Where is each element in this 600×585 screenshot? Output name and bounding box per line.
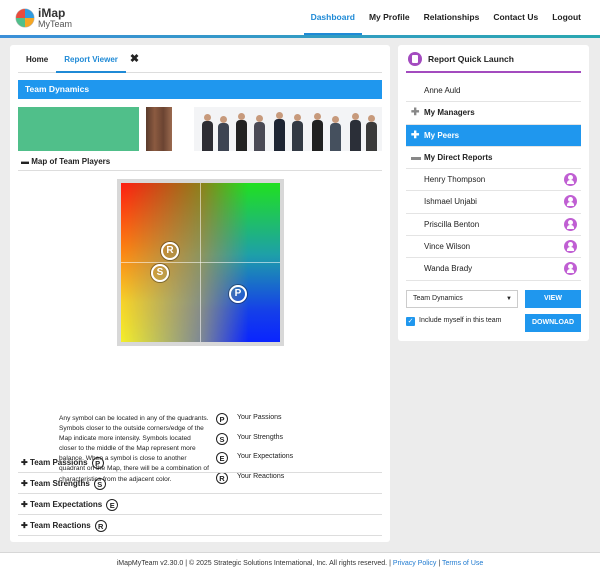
include-myself-checkbox[interactable]: ✓ bbox=[406, 317, 415, 326]
map-symbol-strengths: S bbox=[151, 264, 169, 282]
terms-of-use-link[interactable]: Terms of Use bbox=[442, 560, 483, 567]
collapse-icon: ▬ bbox=[21, 157, 32, 166]
people-list: Anne Auld ✚ My Managers ✚ My Peers ▬ My Dir… bbox=[406, 80, 581, 281]
nav-contact-us[interactable]: Contact Us bbox=[486, 0, 545, 35]
passions-symbol-icon: P bbox=[216, 413, 228, 425]
expand-icon: ✚ bbox=[21, 500, 30, 509]
nav-logout[interactable]: Logout bbox=[545, 0, 588, 35]
banner-brick-image bbox=[146, 107, 172, 151]
list-item[interactable]: Wanda Brady bbox=[406, 258, 581, 281]
team-map-canvas: R S P bbox=[121, 183, 280, 342]
view-button[interactable]: VIEW bbox=[525, 290, 581, 308]
expectations-symbol-icon: E bbox=[106, 498, 119, 511]
reactions-symbol-icon: R bbox=[94, 519, 107, 532]
legend-item: P Your Passions bbox=[216, 413, 366, 433]
logo-icon bbox=[15, 8, 35, 28]
team-map: R S P bbox=[117, 179, 284, 346]
quick-launch-title: Report Quick Launch bbox=[428, 54, 514, 64]
legend-item: S Your Strengths bbox=[216, 432, 366, 453]
report-title-bar: Team Dynamics bbox=[18, 80, 382, 99]
tab-home[interactable]: Home bbox=[18, 51, 56, 73]
user-avatar-icon[interactable] bbox=[564, 217, 577, 231]
download-button[interactable]: DOWNLOAD bbox=[525, 314, 581, 332]
main-nav: Dashboard My Profile Relationships Conta… bbox=[303, 0, 588, 35]
report-type-select[interactable]: Team Dynamics ▼ bbox=[406, 290, 518, 308]
logo-title: iMap bbox=[38, 6, 66, 20]
banner-team-photo bbox=[194, 107, 382, 151]
group-my-direct-reports[interactable]: ▬ My Direct Reports bbox=[406, 147, 581, 170]
expand-icon: ✚ bbox=[21, 521, 30, 530]
map-symbol-passions: P bbox=[229, 285, 247, 303]
expand-icon: ✚ bbox=[411, 107, 420, 119]
user-avatar-icon[interactable] bbox=[564, 195, 577, 209]
header-accent-line bbox=[0, 35, 600, 38]
top-navbar: iMap MyTeam Dashboard My Profile Relatio… bbox=[0, 0, 600, 35]
app-logo[interactable]: iMap MyTeam bbox=[14, 6, 84, 30]
footer-copyright: iMapMyTeam v2.30.0 | © 2025 Strategic So… bbox=[116, 560, 391, 567]
accordion-team-passions[interactable]: ✚ Team Passions P bbox=[18, 453, 382, 473]
expand-icon: ✚ bbox=[21, 479, 30, 488]
collapse-icon: ▬ bbox=[411, 151, 421, 163]
map-symbol-reactions: R bbox=[161, 242, 179, 260]
user-avatar-icon[interactable] bbox=[564, 173, 577, 187]
report-banner bbox=[18, 107, 382, 151]
footer: iMapMyTeam v2.30.0 | © 2025 Strategic So… bbox=[0, 552, 600, 585]
nav-relationships[interactable]: Relationships bbox=[417, 0, 487, 35]
expand-icon: ✚ bbox=[21, 458, 30, 467]
include-myself-label: Include myself in this team bbox=[419, 317, 502, 324]
user-avatar-icon[interactable] bbox=[564, 262, 577, 276]
accordion-team-expectations[interactable]: ✚ Team Expectations E bbox=[18, 495, 382, 515]
map-section-label: Map of Team Players bbox=[31, 157, 111, 166]
group-my-peers[interactable]: ✚ My Peers bbox=[406, 124, 581, 147]
nav-dashboard[interactable]: Dashboard bbox=[303, 0, 362, 35]
banner-green-block bbox=[18, 107, 139, 151]
nav-my-profile[interactable]: My Profile bbox=[362, 0, 417, 35]
strengths-symbol-icon: S bbox=[93, 477, 106, 490]
report-icon bbox=[408, 52, 422, 66]
chevron-down-icon: ▼ bbox=[506, 296, 512, 302]
expand-icon: ✚ bbox=[411, 129, 420, 141]
strengths-symbol-icon: S bbox=[216, 432, 228, 445]
tab-bar: Home Report Viewer ✖ bbox=[18, 51, 382, 73]
accordion-team-strengths[interactable]: ✚ Team Strengths S bbox=[18, 474, 382, 494]
accordion-team-reactions[interactable]: ✚ Team Reactions R bbox=[18, 516, 382, 536]
map-section-toggle[interactable]: ▬ Map of Team Players bbox=[18, 154, 382, 171]
passions-symbol-icon: P bbox=[91, 456, 104, 469]
report-viewer-panel: Home Report Viewer ✖ Team Dynamics ▬ Map… bbox=[10, 45, 390, 542]
close-tab-icon[interactable]: ✖ bbox=[126, 51, 143, 73]
logo-subtitle: MyTeam bbox=[38, 19, 73, 29]
footer-separator: | bbox=[438, 560, 441, 567]
quick-launch-header: Report Quick Launch bbox=[406, 51, 581, 73]
privacy-policy-link[interactable]: Privacy Policy bbox=[393, 560, 437, 567]
group-my-managers[interactable]: ✚ My Managers bbox=[406, 102, 581, 125]
user-avatar-icon[interactable] bbox=[564, 240, 577, 254]
report-quick-launch-panel: Report Quick Launch Anne Auld ✚ My Manage… bbox=[398, 45, 589, 341]
map-horizontal-axis bbox=[121, 262, 280, 263]
tab-report-viewer[interactable]: Report Viewer bbox=[56, 51, 126, 73]
list-item[interactable]: Vince Wilson bbox=[406, 236, 581, 259]
list-item[interactable]: Priscilla Benton bbox=[406, 214, 581, 237]
list-item-self[interactable]: Anne Auld bbox=[406, 80, 581, 103]
list-item[interactable]: Ishmael Unjabi bbox=[406, 191, 581, 214]
list-item[interactable]: Henry Thompson bbox=[406, 169, 581, 192]
